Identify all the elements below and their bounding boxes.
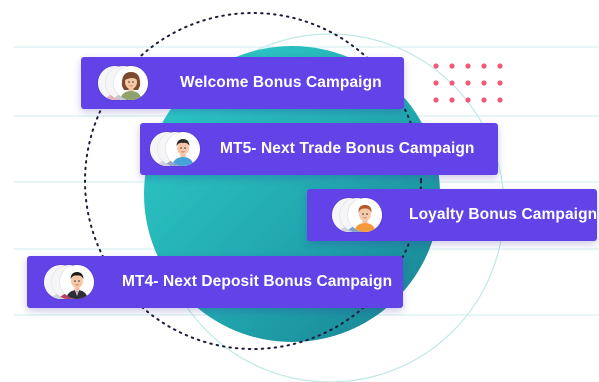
woman-avatar-icon: [348, 198, 382, 232]
campaign-card-loyalty[interactable]: Loyalty Bonus Campaign: [307, 189, 597, 241]
campaign-label: Welcome Bonus Campaign: [180, 74, 382, 91]
dot-grid: [433, 63, 503, 103]
campaign-card-welcome[interactable]: Welcome Bonus Campaign: [81, 57, 404, 109]
campaign-label: MT4- Next Deposit Bonus Campaign: [122, 273, 393, 290]
campaign-card-mt5-next-trade[interactable]: MT5- Next Trade Bonus Campaign: [140, 123, 498, 175]
woman-avatar-icon: [114, 66, 148, 100]
man-avatar-icon: [166, 132, 200, 166]
campaign-label: Loyalty Bonus Campaign: [409, 206, 598, 223]
businessman-avatar-icon: [60, 265, 94, 299]
campaign-card-mt4-next-deposit[interactable]: MT4- Next Deposit Bonus Campaign: [27, 256, 403, 308]
campaign-label: MT5- Next Trade Bonus Campaign: [220, 140, 475, 157]
campaign-illustration: Welcome Bonus Campaign MT5- Next Trade B…: [0, 0, 599, 382]
